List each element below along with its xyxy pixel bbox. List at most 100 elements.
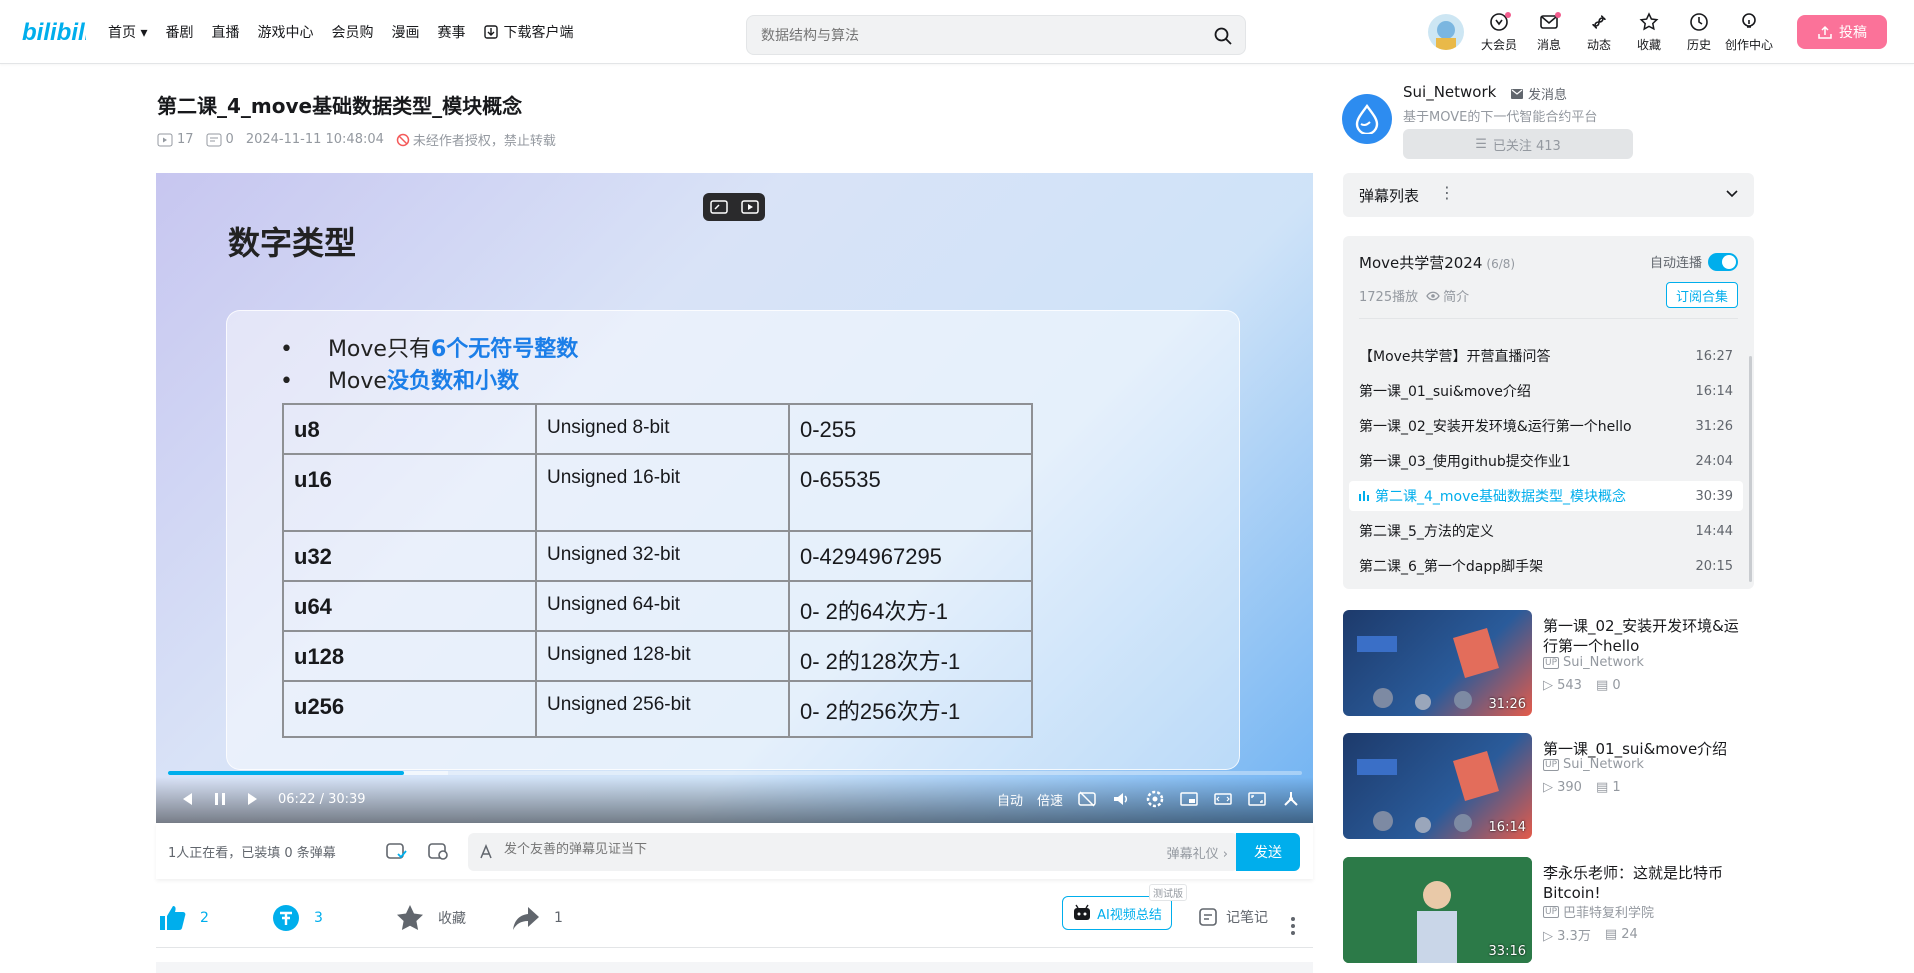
- recommended-video[interactable]: 16:14 第一课_01_sui&move介绍 UP Sui_Network ▷ …: [1343, 733, 1755, 841]
- episode-item-current[interactable]: 第二课_4_move基础数据类型_模块概念 30:39: [1349, 481, 1743, 511]
- nav-home[interactable]: 首页 ▾: [108, 22, 147, 42]
- rec-title[interactable]: 第一课_02_安装开发环境&运行第一个hello: [1543, 616, 1753, 656]
- search-icon[interactable]: [1213, 26, 1233, 46]
- up-badge-icon: UP: [1543, 758, 1560, 771]
- progress-bar[interactable]: [168, 771, 1302, 775]
- nav-download[interactable]: 下载客户端: [483, 22, 573, 42]
- up-name[interactable]: Sui_Network: [1403, 83, 1496, 101]
- nav-home-label: 首页: [108, 25, 136, 41]
- nav-vip[interactable]: 大会员: [1474, 12, 1524, 53]
- table-row: u16 Unsigned 16-bit 0-65535: [282, 453, 1033, 532]
- send-danmaku-button[interactable]: 发送: [1236, 833, 1300, 871]
- like-button[interactable]: 2: [156, 902, 209, 934]
- bilibili-logo[interactable]: bilibili: [22, 14, 86, 48]
- star-icon: [1639, 12, 1659, 31]
- followed-button[interactable]: ☰ 已关注 413: [1403, 129, 1633, 159]
- next-icon[interactable]: [244, 789, 264, 809]
- favorite-label: 收藏: [438, 911, 466, 927]
- pip-mode-icon[interactable]: [1179, 789, 1199, 809]
- episode-duration: 16:27: [1695, 348, 1733, 364]
- user-avatar[interactable]: [1428, 14, 1464, 50]
- rec-title[interactable]: 第一课_01_sui&move介绍: [1543, 739, 1753, 759]
- episode-item[interactable]: 第一课_03_使用github提交作业1 24:04: [1349, 446, 1743, 476]
- type-cell: u32: [282, 530, 537, 582]
- publish-date: 2024-11-11 10:48:04: [245, 132, 384, 147]
- collection-title[interactable]: Move共学营2024 (6/8): [1359, 252, 1515, 273]
- coin-icon: [273, 905, 299, 931]
- subtitle-off-icon[interactable]: [1077, 789, 1097, 809]
- send-message-link[interactable]: 发消息: [1510, 84, 1567, 103]
- subscribe-collection-button[interactable]: 订阅合集: [1666, 282, 1738, 308]
- nav-dynamic[interactable]: 动态: [1574, 12, 1624, 53]
- ai-summary-button[interactable]: AI视频总结: [1062, 896, 1172, 930]
- rec-uploader[interactable]: UP Sui_Network: [1543, 757, 1644, 772]
- chevron-down-icon[interactable]: [1726, 189, 1738, 199]
- episode-duration: 30:39: [1695, 488, 1733, 504]
- nav-favorites[interactable]: 收藏: [1624, 12, 1674, 53]
- range-cell: 0-4294967295: [788, 530, 1033, 582]
- volume-icon[interactable]: [1111, 789, 1131, 809]
- text-style-icon[interactable]: [478, 844, 494, 860]
- episode-item[interactable]: 【Move共学营】开营直播问答 16:27: [1349, 341, 1743, 371]
- nav-item-live[interactable]: 直播: [211, 22, 239, 42]
- nav-item-comic[interactable]: 漫画: [391, 22, 419, 42]
- nav-creator[interactable]: 创作中心: [1724, 12, 1774, 53]
- episode-item[interactable]: 第一课_02_安装开发环境&运行第一个hello 31:26: [1349, 411, 1743, 441]
- recommended-video[interactable]: 31:26 第一课_02_安装开发环境&运行第一个hello UP Sui_Net…: [1343, 610, 1755, 718]
- nav-item-shop[interactable]: 会员购: [331, 22, 373, 42]
- video-thumbnail[interactable]: 31:26: [1343, 610, 1532, 716]
- danmaku-list-panel[interactable]: 弹幕列表 ⋮: [1343, 173, 1754, 217]
- pip-icon[interactable]: [709, 199, 729, 215]
- prev-icon[interactable]: [176, 789, 196, 809]
- video-player[interactable]: 数字类型 • Move只有6个无符号整数 • Move没负数和小数 u8 Unsi…: [156, 173, 1313, 823]
- autoplay-toggle[interactable]: [1708, 252, 1738, 271]
- coin-button[interactable]: 3: [270, 902, 323, 934]
- more-options-icon[interactable]: [1290, 916, 1296, 936]
- mini-player-icon[interactable]: [740, 199, 760, 215]
- recommended-video[interactable]: 33:16 李永乐老师：这就是比特币Bitcoin! UP 巴菲特复利学院 ▷ 3…: [1343, 857, 1755, 965]
- rec-danmaku-value: 0: [1612, 678, 1621, 693]
- episode-duration: 24:04: [1695, 453, 1733, 469]
- rec-title[interactable]: 李永乐老师：这就是比特币Bitcoin!: [1543, 863, 1753, 903]
- episode-item[interactable]: 第一课_01_sui&move介绍 16:14: [1349, 376, 1743, 406]
- episode-item[interactable]: 第二课_5_方法的定义 14:44: [1349, 516, 1743, 546]
- rec-uploader[interactable]: UP Sui_Network: [1543, 655, 1644, 670]
- share-button[interactable]: 1: [510, 902, 563, 934]
- scrollbar[interactable]: [1749, 356, 1752, 582]
- nav-item-esports[interactable]: 赛事: [437, 22, 465, 42]
- nav-history[interactable]: 历史: [1674, 12, 1724, 53]
- note-icon: [1199, 908, 1217, 926]
- danmaku-toggle-icon[interactable]: [384, 839, 408, 863]
- note-button[interactable]: 记笔记: [1198, 906, 1268, 928]
- nav-item-anime[interactable]: 番剧: [165, 22, 193, 42]
- more-vertical-icon[interactable]: ⋮: [1439, 183, 1455, 202]
- speed-button[interactable]: 倍速: [1037, 790, 1063, 809]
- up-avatar[interactable]: [1342, 94, 1392, 144]
- episode-item[interactable]: 第二课_6_第一个dapp脚手架 20:15: [1349, 551, 1743, 581]
- intro-link[interactable]: 简介: [1426, 286, 1469, 305]
- danmaku-input[interactable]: [504, 842, 1004, 857]
- quality-button[interactable]: 自动: [997, 790, 1023, 809]
- type-cell: u64: [282, 580, 537, 632]
- video-thumbnail[interactable]: 33:16: [1343, 857, 1532, 963]
- upload-button[interactable]: 投稿: [1797, 15, 1887, 49]
- main-nav: 首页 ▾ 番剧 直播 游戏中心 会员购 漫画 赛事 下载客户端: [108, 0, 573, 64]
- widescreen-icon[interactable]: [1213, 789, 1233, 809]
- search-input[interactable]: [761, 25, 1201, 47]
- collection-stats: 1725播放 简介: [1359, 286, 1469, 305]
- pause-icon[interactable]: [210, 789, 230, 809]
- settings-icon[interactable]: [1145, 789, 1165, 809]
- nav-messages[interactable]: 消息: [1524, 12, 1574, 53]
- danmaku-count-value: 0: [225, 132, 234, 147]
- play-icon: ▷: [1543, 678, 1553, 693]
- video-thumbnail[interactable]: 16:14: [1343, 733, 1532, 839]
- favorite-button[interactable]: 收藏: [394, 902, 466, 934]
- nav-item-games[interactable]: 游戏中心: [257, 22, 313, 42]
- episode-duration: 14:44: [1695, 523, 1733, 539]
- rec-uploader[interactable]: UP 巴菲特复利学院: [1543, 902, 1654, 921]
- type-cell: u128: [282, 630, 537, 682]
- fullscreen-icon[interactable]: [1281, 789, 1301, 809]
- web-fullscreen-icon[interactable]: [1247, 789, 1267, 809]
- danmaku-etiquette-link[interactable]: 弹幕礼仪 ›: [1167, 843, 1228, 862]
- danmaku-settings-icon[interactable]: [426, 839, 450, 863]
